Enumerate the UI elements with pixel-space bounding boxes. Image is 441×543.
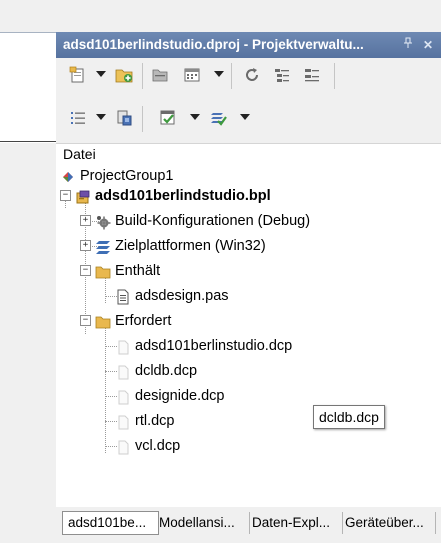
toolbar-separator [334, 63, 335, 89]
tree-item-label: Build-Konfigurationen (Debug) [115, 213, 311, 229]
dcp-file-icon [115, 413, 131, 430]
sort-dropdown-icon[interactable] [96, 114, 106, 120]
folder-icon [95, 313, 111, 329]
new-item-icon[interactable] [66, 64, 90, 86]
expand-tree-icon[interactable] [270, 64, 294, 86]
divider [0, 141, 56, 142]
package-icon [75, 188, 91, 204]
panel-title: adsd101berlindstudio.dproj - Projektverw… [63, 37, 364, 52]
tab-model-view[interactable]: Modellansi... [154, 512, 250, 534]
platform-dropdown-icon[interactable] [240, 114, 250, 120]
activate-target-icon[interactable] [156, 107, 180, 129]
tree-item-contains[interactable]: Enthält [56, 259, 441, 284]
tree-item-label: Zielplattformen (Win32) [115, 238, 266, 254]
tree-item-label: adsd101berlinstudio.dcp [135, 338, 293, 354]
pin-icon[interactable] [403, 32, 413, 58]
tree-item-build-config[interactable]: Build-Konfigurationen (Debug) [56, 209, 441, 234]
tree-item-label: dcldb.dcp [135, 363, 198, 379]
tree-item-label: designide.dcp [135, 388, 225, 404]
tab-strip: adsd101be... Modellansi... Daten-Expl...… [56, 507, 441, 543]
toolbar-separator [231, 63, 232, 89]
tree-item-requires[interactable]: Erfordert [56, 309, 441, 334]
collapse-tree-icon[interactable] [300, 64, 324, 86]
toolbar-separator [142, 63, 143, 89]
tab-data-explorer[interactable]: Daten-Expl... [247, 512, 343, 534]
toolbar-separator [142, 106, 143, 132]
dcp-file-icon [115, 438, 131, 455]
dcp-file-icon [115, 388, 131, 405]
close-icon[interactable]: ✕ [423, 32, 433, 58]
tree-item-label: Enthält [115, 263, 161, 279]
column-header-label: Datei [63, 146, 96, 162]
tree-item-target-platforms[interactable]: Zielplattformen (Win32) [56, 234, 441, 259]
folder-icon [95, 263, 111, 279]
folder-view-icon[interactable] [148, 64, 172, 86]
platforms-icon [95, 238, 111, 254]
source-file-icon [115, 288, 131, 305]
grid-view-icon[interactable] [180, 64, 204, 86]
new-item-dropdown-icon[interactable] [96, 71, 106, 77]
tree-item-label: adsd101berlindstudio.bpl [95, 188, 271, 204]
editor-pane: ▾ ✕ [0, 0, 56, 543]
editor-content [0, 32, 56, 143]
tree-item-label: vcl.dcp [135, 438, 181, 454]
target-dropdown-icon[interactable] [190, 114, 200, 120]
sort-list-icon[interactable] [66, 107, 90, 129]
refresh-icon[interactable] [240, 64, 264, 86]
tree-item-dcp[interactable]: adsd101berlinstudio.dcp [56, 334, 441, 359]
toolbar-secondary [56, 102, 441, 136]
project-group-icon [60, 168, 76, 184]
tab-device-manager[interactable]: Geräteüber... [340, 512, 436, 534]
panel-title-bar[interactable]: adsd101berlindstudio.dproj - Projektverw… [56, 32, 441, 58]
dcp-file-icon [115, 338, 131, 355]
project-tree: ProjectGroup1 − adsd101berlindstudio.bpl… [56, 164, 441, 507]
column-header[interactable]: Datei [56, 143, 441, 165]
tree-item-project[interactable]: adsd101berlindstudio.bpl [56, 184, 441, 209]
tree-item-dcp[interactable]: dcldb.dcp [56, 359, 441, 384]
platform-check-icon[interactable] [206, 107, 230, 129]
project-manager-panel: adsd101berlindstudio.dproj - Projektverw… [56, 32, 441, 543]
add-folder-icon[interactable] [112, 64, 136, 86]
tree-item-dcp[interactable]: vcl.dcp [56, 434, 441, 459]
gear-icon [95, 213, 111, 230]
grid-view-dropdown-icon[interactable] [214, 71, 224, 77]
tree-item-file[interactable]: adsdesign.pas [56, 284, 441, 309]
tree-item-label: adsdesign.pas [135, 288, 229, 304]
tree-item-label: Erfordert [115, 313, 172, 329]
tab-project-manager[interactable]: adsd101be... [62, 511, 159, 535]
dcp-file-icon [115, 363, 131, 380]
device-icon[interactable] [112, 107, 136, 129]
toolbar-primary [56, 59, 441, 93]
tooltip: dcldb.dcp [313, 405, 385, 429]
tree-item-label: rtl.dcp [135, 413, 175, 429]
